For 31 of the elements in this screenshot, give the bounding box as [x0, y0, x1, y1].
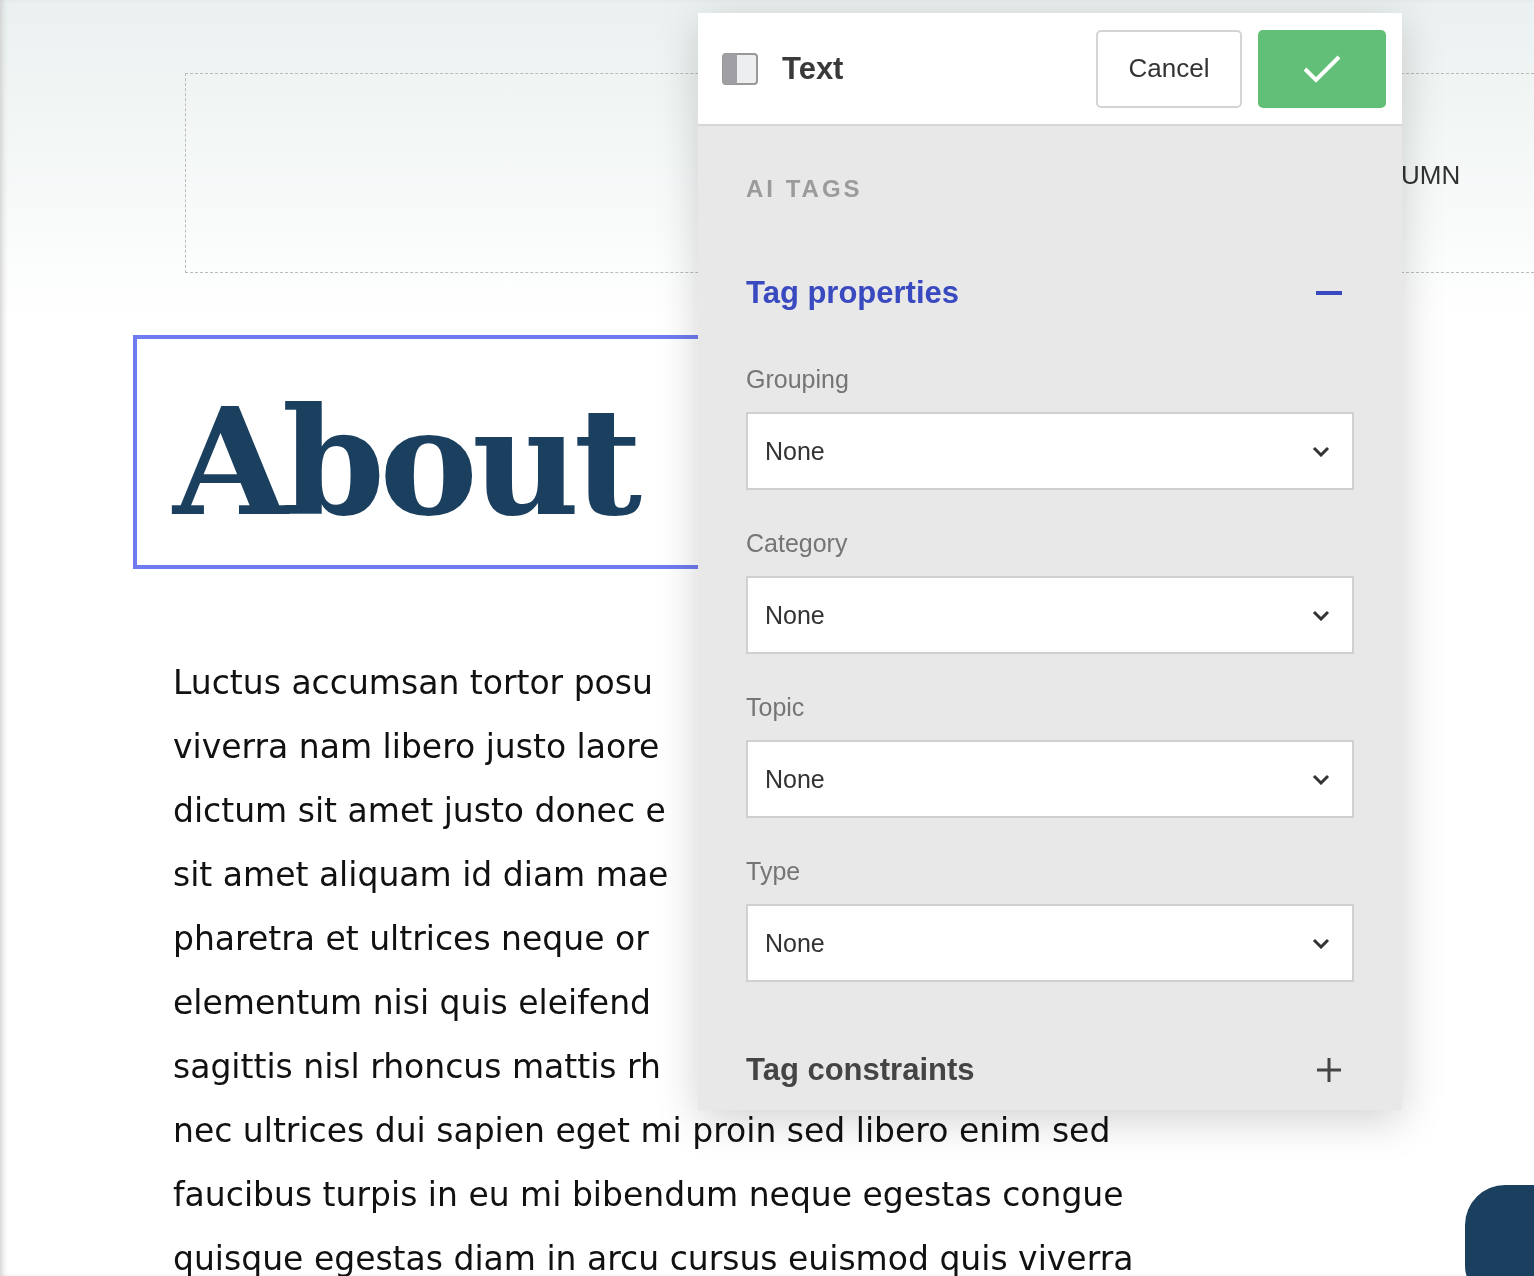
paragraph-line: viverra nam libero justo laore	[173, 726, 660, 768]
paragraph-line: pharetra et ultrices neque or	[173, 918, 649, 960]
section-title[interactable]: Tag constraints	[746, 1052, 975, 1088]
check-icon	[1302, 53, 1342, 84]
field-label: Grouping	[746, 364, 850, 394]
chevron-down-icon	[1312, 773, 1330, 785]
panel-title: Text	[782, 50, 845, 87]
cancel-button[interactable]: Cancel	[1096, 29, 1242, 108]
chevron-down-icon	[1312, 445, 1330, 457]
field-label: Topic	[746, 692, 806, 722]
paragraph-line: nec ultrices dui sapien eget mi proin sed libero enim sed	[173, 1110, 1111, 1152]
panel-layout-icon	[722, 52, 758, 85]
paragraph-line: dictum sit amet justo donec e	[173, 790, 666, 832]
section-title[interactable]: Tag properties	[746, 275, 960, 311]
paragraph-line: elementum nisi quis eleifend	[173, 982, 651, 1024]
paragraph-line: sagittis nisl rhoncus mattis rh	[173, 1046, 661, 1088]
chevron-down-icon	[1312, 609, 1330, 621]
paragraph-line: sit amet aliquam id diam mae	[173, 854, 669, 896]
field-label: Category	[746, 528, 849, 558]
dropdown-field[interactable]: None	[746, 412, 1354, 490]
expand-icon[interactable]	[1316, 1057, 1342, 1083]
dropdown-field[interactable]: None	[746, 740, 1354, 818]
dropdown-field[interactable]: None	[746, 904, 1354, 982]
column-heading: UMN	[1401, 160, 1461, 191]
paragraph-line: faucibus turpis in eu mi bibendum neque egestas congue	[173, 1174, 1124, 1216]
field-label: Type	[746, 856, 802, 886]
dropdown-field[interactable]: None	[746, 576, 1354, 654]
paragraph-line: Luctus accumsan tortor posu	[173, 662, 653, 704]
section-label: AI TAGS	[746, 174, 864, 204]
page-heading: About	[173, 388, 636, 536]
chevron-down-icon	[1312, 937, 1330, 949]
